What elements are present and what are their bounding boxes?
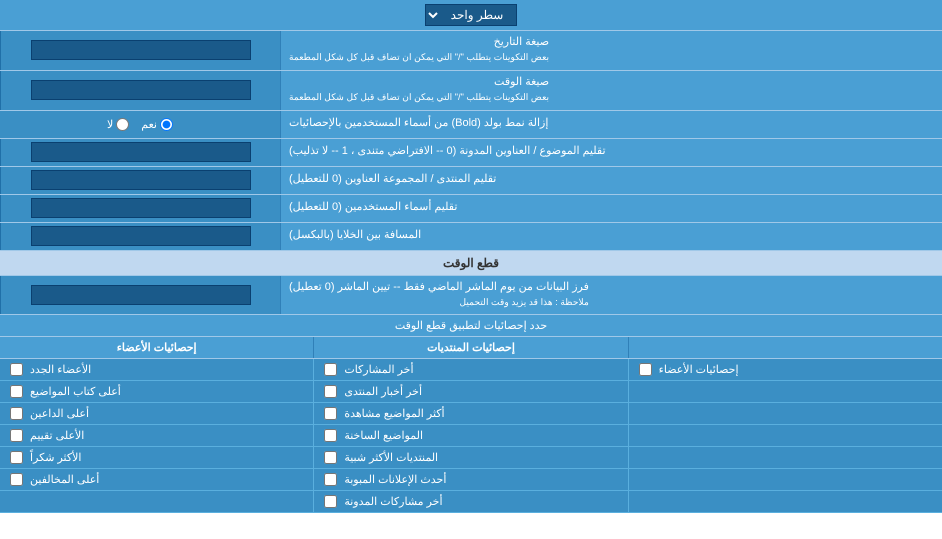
col2-checkbox-5[interactable] — [324, 473, 337, 486]
col2-checkbox-2[interactable] — [324, 407, 337, 420]
col3-header — [628, 337, 942, 358]
col3-item-2 — [628, 403, 942, 424]
col1-checkbox-2[interactable] — [10, 407, 23, 420]
cut-section-label: فرز البيانات من يوم الماشر الماضي فقط --… — [280, 276, 942, 315]
col2-item-1: أخر أخبار المنتدى — [313, 381, 627, 402]
col3-item-3 — [628, 425, 942, 446]
forum-title-input-cell: 33 — [0, 167, 280, 194]
display-lines-select[interactable]: سطر واحدسطرينثلاثة أسطر — [425, 4, 517, 26]
col3-item-4 — [628, 447, 942, 468]
col1-item-2: أعلى الداعين — [0, 403, 313, 424]
remove-bold-radio-cell: نعم لا — [0, 111, 280, 138]
top-select[interactable]: سطر واحدسطرينثلاثة أسطر — [425, 4, 517, 26]
checkboxes-row-0: إحصائيات الأعضاء أخر المشاركات الأعضاء ا… — [0, 359, 942, 381]
username-limit-input-cell: 0 — [0, 195, 280, 222]
top-row: سطر واحدسطرينثلاثة أسطر — [0, 0, 942, 31]
col1-item-4: الأكثر شكراً — [0, 447, 313, 468]
forum-title-row: تقليم المنتدى / المجموعة العناوين (0 للت… — [0, 167, 942, 195]
col1-checkbox-0[interactable] — [10, 363, 23, 376]
radio-yes-label[interactable]: نعم — [141, 118, 173, 131]
date-format-label: صيغة التاريخبعض التكوينات يتطلب "/" التي… — [280, 31, 942, 70]
checkboxes-row-3: المواضيع الساخنة الأعلى تقييم — [0, 425, 942, 447]
remove-bold-row: إزالة نمط بولد (Bold) من أسماء المستخدمي… — [0, 111, 942, 139]
time-format-input[interactable]: H:i — [31, 80, 251, 100]
col1-checkbox-4[interactable] — [10, 451, 23, 464]
col1-checkbox-3[interactable] — [10, 429, 23, 442]
col2-item-3: المواضيع الساخنة — [313, 425, 627, 446]
col1-item-3: الأعلى تقييم — [0, 425, 313, 446]
username-limit-input[interactable]: 0 — [31, 198, 251, 218]
radio-no-label[interactable]: لا — [107, 118, 129, 131]
radio-no[interactable] — [116, 118, 129, 131]
col2-item-5: أحدث الإعلانات المبوبة — [313, 469, 627, 490]
topic-title-row: تقليم الموضوع / العناوين المدونة (0 -- ا… — [0, 139, 942, 167]
col2-item-2: أكثر المواضيع مشاهدة — [313, 403, 627, 424]
col2-item-4: المنتديات الأكثر شبية — [313, 447, 627, 468]
topic-title-label: تقليم الموضوع / العناوين المدونة (0 -- ا… — [280, 139, 942, 166]
time-format-input-cell: H:i — [0, 71, 280, 110]
checkboxes-row-5: أحدث الإعلانات المبوبة أعلى المخالفين — [0, 469, 942, 491]
col1-item-6 — [0, 491, 313, 512]
cell-spacing-label: المسافة بين الخلايا (بالبكسل) — [280, 223, 942, 250]
col1-checkbox-1[interactable] — [10, 385, 23, 398]
cut-section-input-cell: 0 — [0, 276, 280, 315]
cut-section-header: قطع الوقت — [0, 251, 942, 276]
limit-label-text: حدد إحصائيات لتطبيق قطع الوقت — [395, 320, 547, 332]
limit-label-row: حدد إحصائيات لتطبيق قطع الوقت — [0, 315, 942, 337]
col3-item-0: إحصائيات الأعضاء — [628, 359, 942, 380]
col1-header: إحصائيات الأعضاء — [0, 337, 313, 358]
time-format-row: صيغة الوقتبعض التكوينات يتطلب "/" التي ي… — [0, 71, 942, 111]
checkboxes-row-2: أكثر المواضيع مشاهدة أعلى الداعين — [0, 403, 942, 425]
col2-item-6: أخر مشاركات المدونة — [313, 491, 627, 512]
col1-checkbox-5[interactable] — [10, 473, 23, 486]
forum-title-input[interactable]: 33 — [31, 170, 251, 190]
col1-item-0: الأعضاء الجدد — [0, 359, 313, 380]
col2-header: إحصائيات المنتديات — [313, 337, 627, 358]
topic-title-input-cell: 33 — [0, 139, 280, 166]
checkboxes-row-6: أخر مشاركات المدونة — [0, 491, 942, 513]
radio-yes[interactable] — [160, 118, 173, 131]
col3-item-6 — [628, 491, 942, 512]
cut-section-input[interactable]: 0 — [31, 285, 251, 305]
checkboxes-row-1: أخر أخبار المنتدى أعلى كتاب المواضيع — [0, 381, 942, 403]
date-format-input[interactable]: d-m — [31, 40, 251, 60]
cell-spacing-input-cell: 2 — [0, 223, 280, 250]
cell-spacing-input[interactable]: 2 — [31, 226, 251, 246]
username-limit-label: تقليم أسماء المستخدمين (0 للتعطيل) — [280, 195, 942, 222]
checkboxes-row-4: المنتديات الأكثر شبية الأكثر شكراً — [0, 447, 942, 469]
forum-title-label: تقليم المنتدى / المجموعة العناوين (0 للت… — [280, 167, 942, 194]
remove-bold-label: إزالة نمط بولد (Bold) من أسماء المستخدمي… — [280, 111, 942, 138]
checkboxes-header: إحصائيات المنتديات إحصائيات الأعضاء — [0, 337, 942, 359]
col1-item-5: أعلى المخالفين — [0, 469, 313, 490]
date-format-input-cell: d-m — [0, 31, 280, 70]
col2-checkbox-0[interactable] — [324, 363, 337, 376]
col1-item-1: أعلى كتاب المواضيع — [0, 381, 313, 402]
time-format-label: صيغة الوقتبعض التكوينات يتطلب "/" التي ي… — [280, 71, 942, 110]
col2-checkbox-6[interactable] — [324, 495, 337, 508]
col2-checkbox-1[interactable] — [324, 385, 337, 398]
col3-checkbox-0[interactable] — [639, 363, 652, 376]
cut-section-row: فرز البيانات من يوم الماشر الماضي فقط --… — [0, 276, 942, 316]
username-limit-row: تقليم أسماء المستخدمين (0 للتعطيل) 0 — [0, 195, 942, 223]
col3-item-5 — [628, 469, 942, 490]
col3-item-1 — [628, 381, 942, 402]
date-format-row: صيغة التاريخبعض التكوينات يتطلب "/" التي… — [0, 31, 942, 71]
topic-title-input[interactable]: 33 — [31, 142, 251, 162]
col2-item-0: أخر المشاركات — [313, 359, 627, 380]
col2-checkbox-4[interactable] — [324, 451, 337, 464]
col2-checkbox-3[interactable] — [324, 429, 337, 442]
cell-spacing-row: المسافة بين الخلايا (بالبكسل) 2 — [0, 223, 942, 251]
